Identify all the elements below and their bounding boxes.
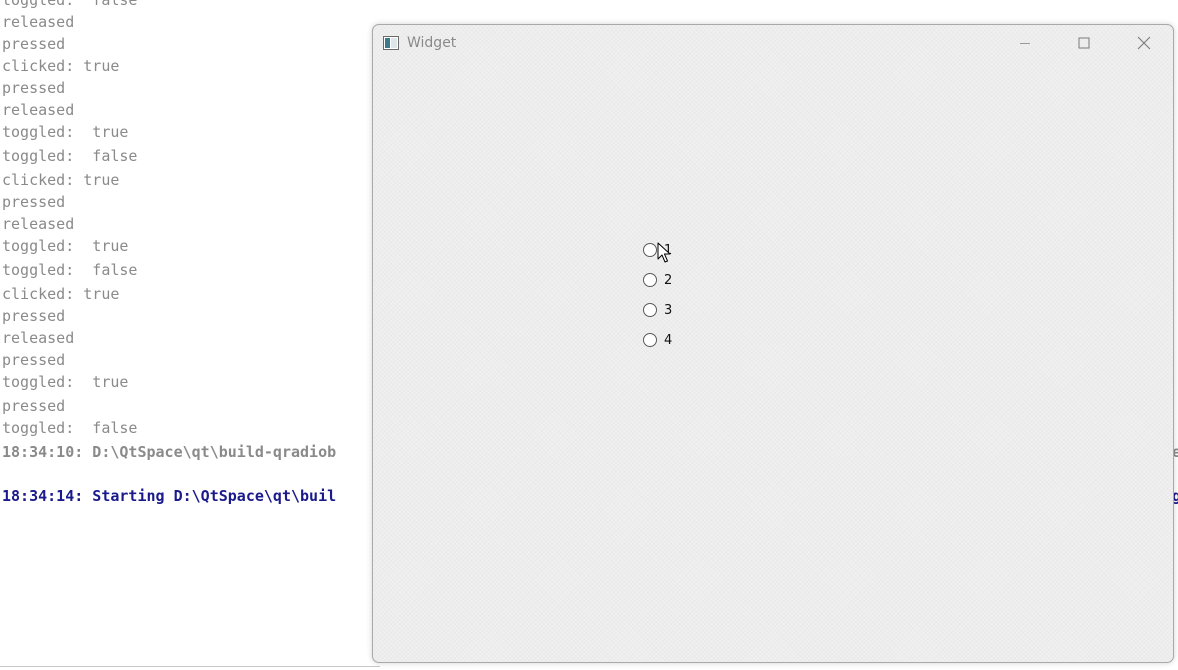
maximize-icon [1078, 37, 1090, 49]
widget-window[interactable]: Widget 1 2 3 4 [372, 24, 1174, 663]
console-line: released [2, 215, 75, 233]
console-line: toggled: true [2, 123, 129, 141]
radio-indicator[interactable] [643, 273, 657, 287]
console-line: pressed [2, 307, 66, 325]
console-line: released [2, 13, 75, 31]
console-line: clicked: true [2, 285, 120, 303]
pane-divider [0, 666, 380, 667]
close-icon [1137, 36, 1151, 50]
console-line: toggled: false [2, 419, 138, 437]
console-line: pressed [2, 35, 66, 53]
console-line: clicked: true [2, 57, 120, 75]
console-line: released [2, 101, 75, 119]
radio-indicator[interactable] [643, 303, 657, 317]
console-line: toggled: true [2, 373, 129, 391]
minimize-button[interactable] [1002, 25, 1048, 61]
console-status-line: 18:34:14: Starting D:\QtSpace\qt\buil [2, 487, 337, 505]
radio-indicator[interactable] [643, 243, 657, 257]
title-bar[interactable]: Widget [373, 25, 1173, 61]
console-line: pressed [2, 351, 66, 369]
console-line: pressed [2, 193, 66, 211]
radio-button-3[interactable]: 3 [643, 300, 703, 320]
radio-button-1[interactable]: 1 [643, 240, 703, 260]
minimize-icon [1020, 43, 1030, 44]
console-line: released [2, 329, 75, 347]
console-line: toggled: true [2, 237, 129, 255]
radio-indicator[interactable] [643, 333, 657, 347]
radio-label[interactable]: 1 [664, 243, 672, 258]
console-line: toggled: false [2, 261, 138, 279]
radio-button-4[interactable]: 4 [643, 330, 703, 350]
console-line: pressed [2, 397, 66, 415]
console-line: pressed [2, 79, 66, 97]
console-line: clicked: true [2, 171, 120, 189]
radio-button-2[interactable]: 2 [643, 270, 703, 290]
radio-label[interactable]: 3 [664, 303, 672, 318]
console-line: toggled: false [2, 0, 138, 9]
radio-label[interactable]: 4 [664, 333, 672, 348]
close-button[interactable] [1121, 25, 1167, 61]
radio-label[interactable]: 2 [664, 273, 672, 288]
qt-widget-app-icon [383, 35, 399, 50]
maximize-button[interactable] [1061, 25, 1107, 61]
console-line: toggled: false [2, 147, 138, 165]
console-status-line: 18:34:10: D:\QtSpace\qt\build-qradiob [2, 443, 337, 461]
window-title: Widget [407, 35, 457, 51]
